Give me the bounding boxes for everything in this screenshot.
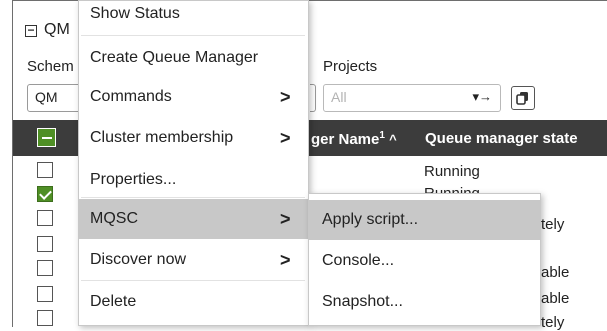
menu-item-commands[interactable]: Commands (79, 77, 308, 117)
schema-select-value: QM (35, 89, 58, 105)
collapse-icon[interactable]: − (25, 24, 37, 37)
schema-label: Schem (27, 58, 74, 75)
copy-icon (516, 92, 528, 105)
menu-item-label: Create Queue Manager (90, 49, 259, 66)
panel-title: QM (44, 21, 70, 38)
projects-label: Projects (323, 58, 378, 75)
chevron-right-icon: > (280, 209, 291, 229)
submenu-item-label: Apply script... (322, 211, 419, 228)
row-checkbox-1[interactable] (37, 162, 53, 178)
menu-item-cluster-membership[interactable]: Cluster membership (79, 118, 308, 158)
chevron-right-icon: > (280, 128, 291, 148)
submenu-item-snapshot[interactable]: Snapshot... (309, 282, 540, 322)
filter-options-button[interactable] (511, 86, 535, 110)
commands-field-edge (310, 84, 316, 112)
select-all-checkbox[interactable] (37, 128, 56, 147)
dropdown-arrow-icon[interactable]: ▾→ (472, 89, 492, 105)
row-checkbox-4[interactable] (37, 236, 53, 252)
menu-item-create-queue-manager[interactable]: Create Queue Manager (79, 38, 308, 78)
row-checkbox-7[interactable] (37, 310, 53, 326)
chevron-right-icon: > (280, 87, 291, 107)
menu-item-label: Properties... (90, 171, 177, 188)
menu-item-discover-now[interactable]: Discover now (79, 240, 308, 280)
menu-separator (81, 197, 305, 198)
menu-item-label: Cluster membership (90, 129, 234, 146)
row-state-7: tely (541, 314, 565, 331)
menu-item-label: Show Status (90, 5, 180, 22)
projects-select[interactable]: All ▾→ (323, 84, 501, 112)
row-state-2: Running (424, 185, 480, 193)
menu-item-show-status[interactable]: Show Status (79, 0, 308, 32)
menu-separator (81, 280, 305, 281)
submenu-item-console[interactable]: Console... (309, 241, 540, 281)
submenu-item-label: Console... (322, 252, 395, 269)
column-header-state[interactable]: Queue manager state (425, 130, 578, 147)
menu-separator (81, 35, 305, 36)
column-header-name[interactable]: ger Name1 ^ (311, 130, 397, 148)
menu-item-label: Commands (90, 88, 172, 105)
sort-order: 1 (379, 130, 385, 141)
menu-item-label: MQSC (90, 210, 138, 227)
column-header-name-label: ger Name (311, 131, 380, 148)
row-state-6: able (541, 290, 570, 307)
menu-item-mqsc[interactable]: MQSC (79, 199, 308, 239)
submenu-item-apply-script[interactable]: Apply script... (309, 200, 540, 240)
row-checkbox-2[interactable] (37, 186, 53, 202)
row-checkbox-6[interactable] (37, 286, 53, 302)
menu-item-properties[interactable]: Properties... (79, 160, 308, 200)
projects-placeholder: All (331, 89, 347, 105)
menu-item-label: Delete (90, 293, 137, 310)
menu-item-label: Discover now (90, 251, 187, 268)
row-state-1: Running (424, 163, 480, 180)
row-checkbox-3[interactable] (37, 210, 53, 226)
row-state-3: tely (541, 216, 565, 233)
row-state-5: able (541, 264, 570, 281)
chevron-right-icon: > (280, 250, 291, 270)
row-checkbox-5[interactable] (37, 260, 53, 276)
menu-item-delete[interactable]: Delete (79, 282, 308, 322)
submenu-item-label: Snapshot... (322, 293, 403, 310)
sort-asc-icon: ^ (389, 132, 397, 147)
